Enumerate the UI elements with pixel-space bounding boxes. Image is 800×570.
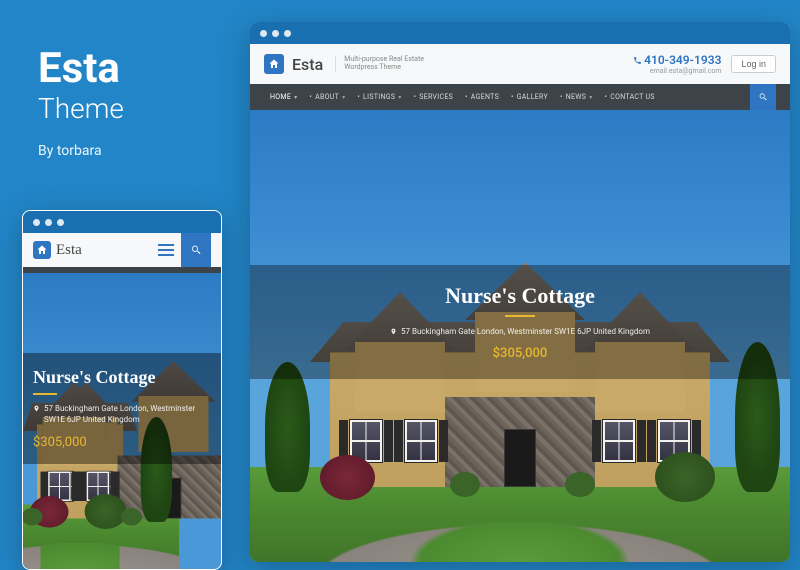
nav-home[interactable]: HOME▾	[264, 93, 303, 101]
window-dot-icon	[272, 30, 279, 37]
phone-link[interactable]: 410-349-1933	[633, 53, 721, 67]
listing-overlay: Nurse's Cottage 57 Buckingham Gate Londo…	[250, 265, 790, 379]
divider-icon	[505, 315, 535, 317]
listing-address: 57 Buckingham Gate London, WestminsterSW…	[33, 403, 211, 425]
desktop-preview: Esta Multi-purpose Real EstateWordpress …	[250, 22, 790, 562]
listing-title: Nurse's Cottage	[33, 367, 211, 388]
nav-agents[interactable]: • AGENTS	[459, 93, 505, 101]
listing-price: $305,000	[33, 435, 211, 450]
listing-price: $305,000	[270, 346, 770, 361]
pin-icon	[33, 405, 40, 412]
brand-logo-icon	[33, 241, 51, 259]
email-link[interactable]: email.esta@gmail.com	[633, 67, 721, 75]
brand-logo-icon	[264, 54, 284, 74]
header-right: 410-349-1933 email.esta@gmail.com Log in	[633, 53, 776, 75]
window-titlebar	[250, 22, 790, 44]
promo-author: By torbara	[38, 143, 124, 159]
listing-address: 57 Buckingham Gate London, Westminster S…	[270, 327, 770, 336]
window-dot-icon	[45, 219, 52, 226]
mobile-header: Esta	[23, 233, 221, 267]
nav-gallery[interactable]: • GALLERY	[505, 93, 554, 101]
main-nav: HOME▾ • ABOUT▾ • LISTINGS▾ • SERVICES • …	[250, 84, 790, 110]
window-titlebar	[23, 211, 221, 233]
window-dot-icon	[284, 30, 291, 37]
chevron-down-icon: ▾	[398, 94, 401, 101]
window-dot-icon	[260, 30, 267, 37]
mobile-preview: Esta Nurse's Cottage 57 Buckingh	[22, 210, 222, 570]
nav-contact[interactable]: • CONTACT US	[599, 93, 661, 101]
hero-slide: Nurse's Cottage 57 Buckingham Gate Londo…	[23, 273, 221, 570]
brand-name: Esta	[292, 55, 323, 74]
chevron-down-icon: ▾	[589, 94, 592, 101]
promo-title-block: Esta Theme By torbara	[38, 48, 124, 159]
search-button[interactable]	[750, 84, 776, 110]
divider-icon	[33, 393, 57, 395]
pin-icon	[390, 328, 397, 335]
brand-block[interactable]: Esta Multi-purpose Real EstateWordpress …	[264, 54, 424, 74]
menu-button[interactable]	[151, 235, 181, 265]
chevron-down-icon: ▾	[294, 94, 297, 101]
nav-listings[interactable]: • LISTINGS▾	[351, 93, 407, 101]
hamburger-icon	[158, 244, 174, 246]
brand-block[interactable]: Esta	[33, 241, 82, 259]
brand-tagline: Multi-purpose Real EstateWordpress Theme	[335, 56, 424, 71]
nav-services[interactable]: • SERVICES	[408, 93, 460, 101]
search-icon	[758, 92, 768, 102]
contact-block: 410-349-1933 email.esta@gmail.com	[633, 53, 721, 75]
promo-title: Esta	[38, 48, 124, 90]
window-dot-icon	[57, 219, 64, 226]
phone-icon	[633, 56, 642, 65]
nav-about[interactable]: • ABOUT▾	[303, 93, 351, 101]
search-icon	[190, 244, 202, 256]
chevron-down-icon: ▾	[342, 94, 345, 101]
brand-name: Esta	[56, 242, 82, 259]
listing-overlay: Nurse's Cottage 57 Buckingham Gate Londo…	[23, 353, 221, 464]
nav-news[interactable]: • NEWS▾	[554, 93, 599, 101]
promo-subtitle: Theme	[38, 92, 124, 125]
hero-slide: Nurse's Cottage 57 Buckingham Gate Londo…	[250, 110, 790, 562]
listing-title: Nurse's Cottage	[270, 283, 770, 309]
site-header: Esta Multi-purpose Real EstateWordpress …	[250, 44, 790, 84]
login-button[interactable]: Log in	[731, 55, 776, 73]
search-button[interactable]	[181, 233, 211, 267]
window-dot-icon	[33, 219, 40, 226]
